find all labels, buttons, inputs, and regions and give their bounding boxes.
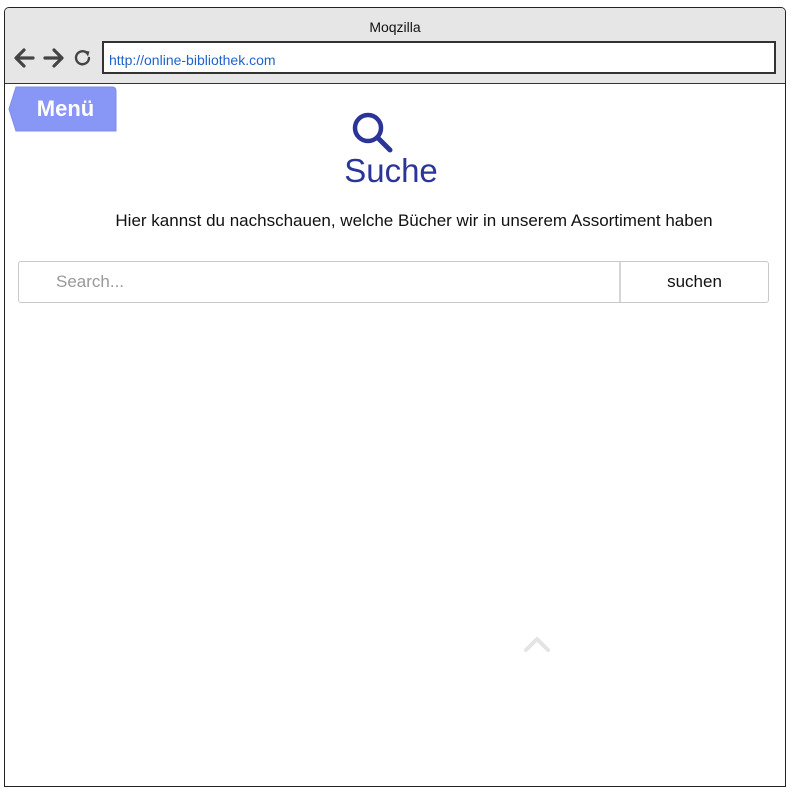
arrow-left-icon xyxy=(14,48,35,68)
forward-button[interactable] xyxy=(42,46,66,70)
arrow-right-icon xyxy=(43,48,64,68)
reload-icon xyxy=(74,50,91,66)
chevron-up-icon[interactable] xyxy=(523,635,551,653)
address-bar[interactable]: http://online-bibliothek.com xyxy=(102,41,776,74)
browser-chrome: Moqzilla http://online-bibliothek.com xyxy=(5,8,785,84)
back-button[interactable] xyxy=(12,46,36,70)
browser-window: Moqzilla http://online-bibliothek.com Me… xyxy=(4,7,786,787)
menu-label: Menü xyxy=(36,96,95,121)
search-icon xyxy=(352,112,393,153)
search-group: suchen xyxy=(18,261,769,303)
page-title: Suche xyxy=(344,152,438,189)
page-subtitle: Hier kannst du nachschauen, welche Büche… xyxy=(115,211,713,230)
menu-button[interactable]: Menü xyxy=(8,86,117,132)
window-title: Moqzilla xyxy=(369,19,421,35)
reload-button[interactable] xyxy=(71,46,95,70)
search-button[interactable]: suchen xyxy=(619,262,768,302)
search-input[interactable] xyxy=(19,262,619,302)
